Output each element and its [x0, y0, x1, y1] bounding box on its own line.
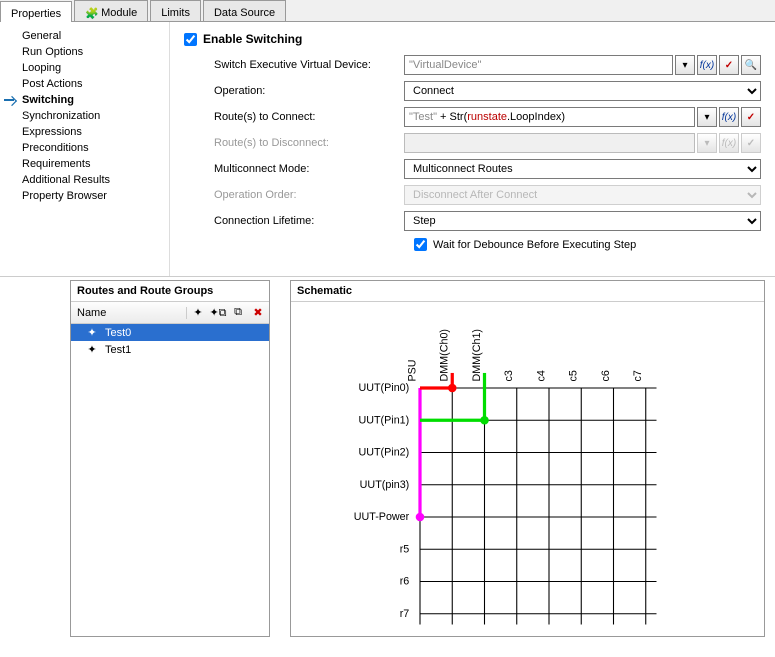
- multiconnect-select[interactable]: Multiconnect Routes: [404, 159, 761, 179]
- add-route-button[interactable]: ✦: [189, 304, 207, 322]
- svg-text:PSU: PSU: [406, 359, 418, 381]
- sidebar-item-looping[interactable]: Looping: [4, 60, 165, 76]
- route-icon: ✦: [85, 326, 99, 339]
- tab-limits[interactable]: Limits: [150, 0, 201, 21]
- tab-datasource[interactable]: Data Source: [203, 0, 286, 21]
- route-item-label: Test1: [105, 344, 131, 356]
- enable-switching-label: Enable Switching: [203, 32, 302, 46]
- routes-disconnect-dropdown-button: ▾: [697, 133, 717, 153]
- schematic-canvas[interactable]: PSU DMM(Ch0) DMM(Ch1) c3 c4 c5 c6 c7 UUT(Pin0) UU…: [291, 302, 764, 636]
- route-item-test1[interactable]: ✦ Test1: [71, 341, 269, 358]
- svg-text:UUT-Power: UUT-Power: [354, 511, 410, 523]
- routes-connect-dropdown-button[interactable]: ▾: [697, 107, 717, 127]
- sidebar-item-post-actions[interactable]: Post Actions: [4, 76, 165, 92]
- device-label: Switch Executive Virtual Device:: [214, 59, 404, 71]
- enable-switching-checkbox[interactable]: [184, 33, 197, 46]
- routes-connect-label: Route(s) to Connect:: [214, 111, 404, 123]
- routes-disconnect-fx-button: f(x): [719, 133, 739, 153]
- device-check-button[interactable]: ✓: [719, 55, 739, 75]
- svg-text:c7: c7: [632, 370, 644, 381]
- routes-column-name[interactable]: Name: [71, 307, 187, 319]
- operation-select[interactable]: Connect: [404, 81, 761, 101]
- wait-debounce-checkbox[interactable]: [414, 238, 427, 251]
- order-label: Operation Order:: [214, 189, 404, 201]
- sidebar-categories: General Run Options Looping Post Actions…: [0, 22, 170, 276]
- tab-strip: Properties 🧩 Module Limits Data Source: [0, 0, 775, 22]
- route-item-test0[interactable]: ✦ Test0: [71, 324, 269, 341]
- sidebar-item-expressions[interactable]: Expressions: [4, 124, 165, 140]
- svg-text:c6: c6: [600, 370, 612, 381]
- device-dropdown-button[interactable]: ▾: [675, 55, 695, 75]
- sidebar-item-additional-results[interactable]: Additional Results: [4, 172, 165, 188]
- sidebar-item-switching[interactable]: Switching: [4, 92, 165, 108]
- sidebar-item-property-browser[interactable]: Property Browser: [4, 188, 165, 204]
- operation-label: Operation:: [214, 85, 404, 97]
- svg-text:c4: c4: [535, 370, 547, 381]
- schematic-panel: Schematic PSU DMM(Ch0) DMM(Ch1) c3 c4 c5 c6 c7 U…: [290, 280, 765, 637]
- svg-text:c5: c5: [568, 370, 580, 381]
- routes-connect-fx-button[interactable]: f(x): [719, 107, 739, 127]
- routes-disconnect-expression: [404, 133, 695, 153]
- sidebar-item-run-options[interactable]: Run Options: [4, 44, 165, 60]
- svg-text:r5: r5: [400, 543, 410, 555]
- routes-title: Routes and Route Groups: [71, 281, 269, 302]
- sidebar-item-preconditions[interactable]: Preconditions: [4, 140, 165, 156]
- routes-connect-expression[interactable]: "Test" + Str(runstate.LoopIndex): [404, 107, 695, 127]
- tab-label: Limits: [161, 7, 190, 19]
- sidebar-item-synchronization[interactable]: Synchronization: [4, 108, 165, 124]
- routes-list[interactable]: ✦ Test0 ✦ Test1: [71, 324, 269, 636]
- device-browse-button[interactable]: 🔍: [741, 55, 761, 75]
- svg-text:UUT(pin3): UUT(pin3): [360, 479, 410, 491]
- svg-text:r6: r6: [400, 576, 410, 588]
- delete-route-button[interactable]: ✖: [249, 304, 267, 322]
- sidebar-item-general[interactable]: General: [4, 28, 165, 44]
- multiconnect-label: Multiconnect Mode:: [214, 163, 404, 175]
- order-select: Disconnect After Connect: [404, 185, 761, 205]
- switching-form: Enable Switching Switch Executive Virtua…: [170, 22, 775, 276]
- copy-route-button[interactable]: ⧉: [229, 304, 247, 322]
- svg-text:UUT(Pin2): UUT(Pin2): [358, 447, 409, 459]
- svg-text:UUT(Pin0): UUT(Pin0): [358, 382, 409, 394]
- sidebar-item-requirements[interactable]: Requirements: [4, 156, 165, 172]
- svg-text:DMM(Ch0): DMM(Ch0): [439, 329, 451, 382]
- schematic-svg: PSU DMM(Ch0) DMM(Ch1) c3 c4 c5 c6 c7 UUT(Pin0) UU…: [291, 302, 764, 657]
- add-group-button[interactable]: ✦⧉: [209, 304, 227, 322]
- tab-label: Module: [101, 7, 137, 19]
- tab-label: Properties: [11, 8, 61, 20]
- tab-properties[interactable]: Properties: [0, 1, 72, 22]
- routes-disconnect-check-button: ✓: [741, 133, 761, 153]
- tab-module[interactable]: 🧩 Module: [74, 0, 148, 21]
- svg-text:c3: c3: [503, 370, 515, 381]
- device-expression[interactable]: "VirtualDevice": [404, 55, 673, 75]
- svg-text:DMM(Ch1): DMM(Ch1): [471, 329, 483, 382]
- lifetime-select[interactable]: Step: [404, 211, 761, 231]
- module-icon: 🧩: [85, 7, 97, 19]
- routes-panel: Routes and Route Groups Name ✦ ✦⧉ ⧉ ✖ ✦ T…: [70, 280, 270, 637]
- svg-text:UUT(Pin1): UUT(Pin1): [358, 414, 409, 426]
- device-fx-button[interactable]: f(x): [697, 55, 717, 75]
- tab-label: Data Source: [214, 7, 275, 19]
- schematic-title: Schematic: [291, 281, 764, 302]
- wait-debounce-label: Wait for Debounce Before Executing Step: [433, 239, 636, 251]
- svg-text:r7: r7: [400, 608, 410, 620]
- routes-disconnect-label: Route(s) to Disconnect:: [214, 137, 404, 149]
- lifetime-label: Connection Lifetime:: [214, 215, 404, 227]
- routes-connect-check-button[interactable]: ✓: [741, 107, 761, 127]
- route-icon: ✦: [85, 343, 99, 356]
- route-item-label: Test0: [105, 327, 131, 339]
